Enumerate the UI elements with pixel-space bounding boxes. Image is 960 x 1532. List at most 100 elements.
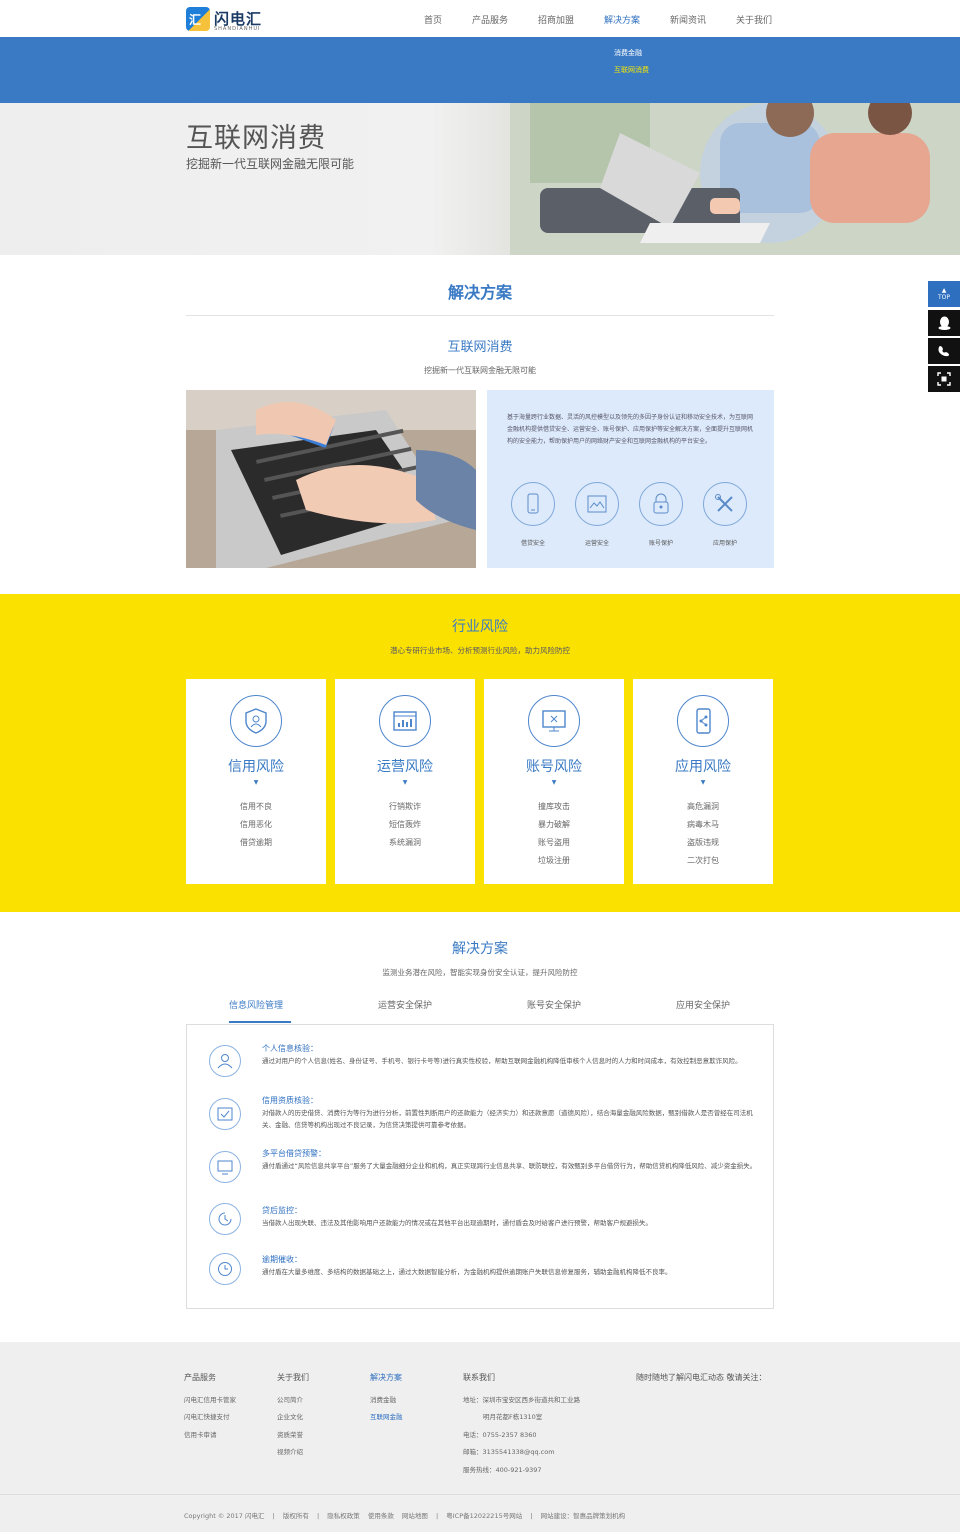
nav-home[interactable]: 首页 bbox=[424, 13, 442, 26]
footer-divider bbox=[0, 1494, 960, 1495]
laptop-photo bbox=[186, 390, 476, 568]
footer-phone: 电话：0755-2357 8360 bbox=[463, 1431, 537, 1439]
info-panel: 基于海量跨行业数据、灵活的风控模型以及领先的多因子身份认证和移动安全技术，为互联… bbox=[487, 390, 774, 568]
card-item: 撞库攻击 bbox=[538, 802, 570, 811]
logo-subtitle: SHANDIANHUI bbox=[214, 26, 261, 32]
divider bbox=[186, 315, 774, 316]
industry-risk-section: 行业风险 潜心专研行业市场、分析预测行业风险，助力风险防控 信用风险 ▼ 信用不… bbox=[0, 594, 960, 912]
footer-link[interactable]: 消费金融 bbox=[370, 1394, 396, 1404]
down-triangle-icon: ▼ bbox=[551, 779, 557, 786]
footer-address: 地址：深圳市宝安区西乡街道共和工业路 bbox=[463, 1396, 580, 1404]
dropdown-consumer-finance[interactable]: 消费金融 bbox=[614, 48, 642, 58]
card-item: 信用不良 bbox=[240, 802, 272, 811]
risk-card-account[interactable]: 账号风险 ▼ 撞库攻击 暴力破解 账号盗用 垃圾注册 bbox=[484, 679, 624, 884]
row-title: 信用资质核验： bbox=[262, 1096, 318, 1105]
privacy-link[interactable]: 隐私权政策 bbox=[327, 1512, 360, 1520]
solutions-heading: 解决方案 bbox=[447, 283, 512, 302]
hero-subtitle: 挖掘新一代互联网金融无限可能 bbox=[186, 157, 355, 171]
scenario-title: 互联网消费 bbox=[447, 340, 513, 355]
card-item: 系统漏洞 bbox=[389, 838, 421, 847]
tab-operation-security[interactable]: 运营安全保护 bbox=[378, 998, 432, 1011]
footer-link[interactable]: 公司简介 bbox=[277, 1394, 303, 1404]
risk-card-credit[interactable]: 信用风险 ▼ 信用不良 信用恶化 借贷逾期 bbox=[186, 679, 326, 884]
qq-button[interactable] bbox=[928, 310, 960, 336]
row-text: 对借款人的历史借贷、消费行为等行为进行分析，前置性判断用户的还款能力（经济实力）… bbox=[262, 1109, 753, 1129]
sitemap-link[interactable]: 网站地图 bbox=[402, 1512, 428, 1520]
monitor-icon bbox=[209, 1151, 241, 1183]
check-card-icon bbox=[209, 1098, 241, 1130]
row-text: 当借款人出现失联、违法及其他影响用户还款能力的情况或在其他平台出现逾期时，通付盾… bbox=[262, 1219, 652, 1227]
footer-link[interactable]: 闪电汇信用卡管家 bbox=[184, 1394, 236, 1404]
logo[interactable]: 汇 闪电汇 SHANDIANHUI bbox=[186, 7, 276, 33]
loan-security-label: 借贷安全 bbox=[520, 540, 545, 547]
down-triangle-icon: ▼ bbox=[253, 779, 259, 786]
footer-link[interactable]: 企业文化 bbox=[277, 1411, 303, 1421]
nav-about[interactable]: 关于我们 bbox=[736, 13, 772, 26]
card-item: 短信轰炸 bbox=[389, 820, 421, 829]
hero-banner: 互联网消费 挖掘新一代互联网金融无限可能 bbox=[0, 103, 960, 255]
footer: 产品服务 闪电汇信用卡管家 闪电汇快捷支付 信用卡审请 关于我们 公司简介 企业… bbox=[0, 1342, 960, 1532]
footer-link[interactable]: 互联网金融 bbox=[370, 1411, 403, 1421]
active-tab-indicator bbox=[229, 1021, 291, 1023]
qq-icon bbox=[938, 316, 950, 330]
app-protection-label: 应用保护 bbox=[712, 540, 737, 547]
card-title: 运营风险 bbox=[377, 759, 433, 775]
rights-link[interactable]: 版权所有 bbox=[283, 1512, 309, 1520]
nav-solutions[interactable]: 解决方案 bbox=[604, 13, 640, 26]
card-item: 借贷逾期 bbox=[240, 838, 272, 847]
footer-link[interactable]: 闪电汇快捷支付 bbox=[184, 1411, 230, 1421]
card-item: 垃圾注册 bbox=[538, 856, 570, 865]
hero-photo bbox=[510, 103, 960, 255]
nav-products[interactable]: 产品服务 bbox=[472, 13, 508, 26]
risk-card-operation[interactable]: 运营风险 ▼ 行销欺诈 短信轰炸 系统漏洞 bbox=[335, 679, 475, 884]
terms-link[interactable]: 使用条款 bbox=[368, 1512, 394, 1520]
row-text: 通过对用户的个人信息(姓名、身份证号、手机号、银行卡号等)进行真实性校验，帮助互… bbox=[262, 1057, 742, 1065]
separator: | bbox=[435, 1512, 439, 1520]
row-title: 多平台借贷预警： bbox=[262, 1149, 326, 1158]
dropdown-band: 消费金融 互联网消费 bbox=[0, 37, 960, 103]
risk-title: 行业风险 bbox=[452, 619, 508, 635]
footer-contact-heading: 联系我们 bbox=[463, 1373, 495, 1382]
card-title: 信用风险 bbox=[228, 759, 284, 775]
card-item: 账号盗用 bbox=[538, 838, 570, 847]
operation-security-label: 运营安全 bbox=[584, 540, 609, 547]
risk-card-application[interactable]: 应用风险 ▼ 高危漏洞 病毒木马 盗版违规 二次打包 bbox=[633, 679, 773, 884]
row-title: 贷后监控： bbox=[262, 1206, 302, 1215]
nav-news[interactable]: 新闻资讯 bbox=[670, 13, 706, 26]
info-description: 基于海量跨行业数据、灵活的风控模型以及领先的多因子身份认证和移动安全技术，为互联… bbox=[507, 414, 754, 445]
chart-window-icon bbox=[379, 695, 431, 747]
footer-hotline: 服务热线：400-921-9397 bbox=[463, 1466, 542, 1474]
user-icon bbox=[209, 1045, 241, 1077]
footer-link[interactable]: 资质荣誉 bbox=[277, 1429, 303, 1439]
footer-link[interactable]: 信用卡审请 bbox=[184, 1429, 217, 1439]
row-title: 个人信息核验： bbox=[262, 1044, 318, 1053]
lock-icon[interactable] bbox=[639, 482, 683, 526]
card-item: 行销欺诈 bbox=[389, 802, 421, 811]
hero-title: 互联网消费 bbox=[186, 123, 326, 154]
footer-about-heading: 关于我们 bbox=[277, 1373, 309, 1382]
card-item: 信用恶化 bbox=[240, 820, 272, 829]
solutions-subtitle: 监测业务潜在风险，智能实现身份安全认证，提升风险防控 bbox=[382, 968, 578, 977]
separator: | bbox=[272, 1512, 275, 1520]
builder-credit: 网站建设：智惠品牌策划机构 bbox=[540, 1512, 626, 1520]
shield-user-icon bbox=[230, 695, 282, 747]
row-title: 逾期催收： bbox=[262, 1255, 302, 1264]
refresh-clock-icon bbox=[209, 1203, 241, 1235]
footer-link[interactable]: 视频介绍 bbox=[277, 1446, 303, 1456]
phone-icon[interactable] bbox=[511, 482, 555, 526]
icp-link[interactable]: 粤ICP备12022215号网站 bbox=[446, 1512, 522, 1520]
tab-app-security[interactable]: 应用安全保护 bbox=[676, 998, 730, 1011]
card-item: 病毒木马 bbox=[687, 820, 719, 829]
tab-account-security[interactable]: 账号安全保护 bbox=[527, 998, 581, 1011]
nav-franchise[interactable]: 招商加盟 bbox=[538, 13, 574, 26]
row-text: 通付盾在大量多维度、多结构的数据基础之上，通过大数据智能分析，为金融机构提供逾期… bbox=[262, 1268, 672, 1276]
down-triangle-icon: ▼ bbox=[402, 779, 408, 786]
clock-icon bbox=[209, 1253, 241, 1285]
account-protection-label: 账号保护 bbox=[648, 540, 673, 547]
solutions-title: 解决方案 bbox=[452, 941, 508, 957]
tools-icon[interactable] bbox=[703, 482, 747, 526]
dropdown-internet-consumer[interactable]: 互联网消费 bbox=[614, 65, 649, 75]
footer-products-heading: 产品服务 bbox=[184, 1373, 216, 1382]
tab-info-risk[interactable]: 信息风险管理 bbox=[229, 998, 283, 1011]
document-icon[interactable] bbox=[575, 482, 619, 526]
